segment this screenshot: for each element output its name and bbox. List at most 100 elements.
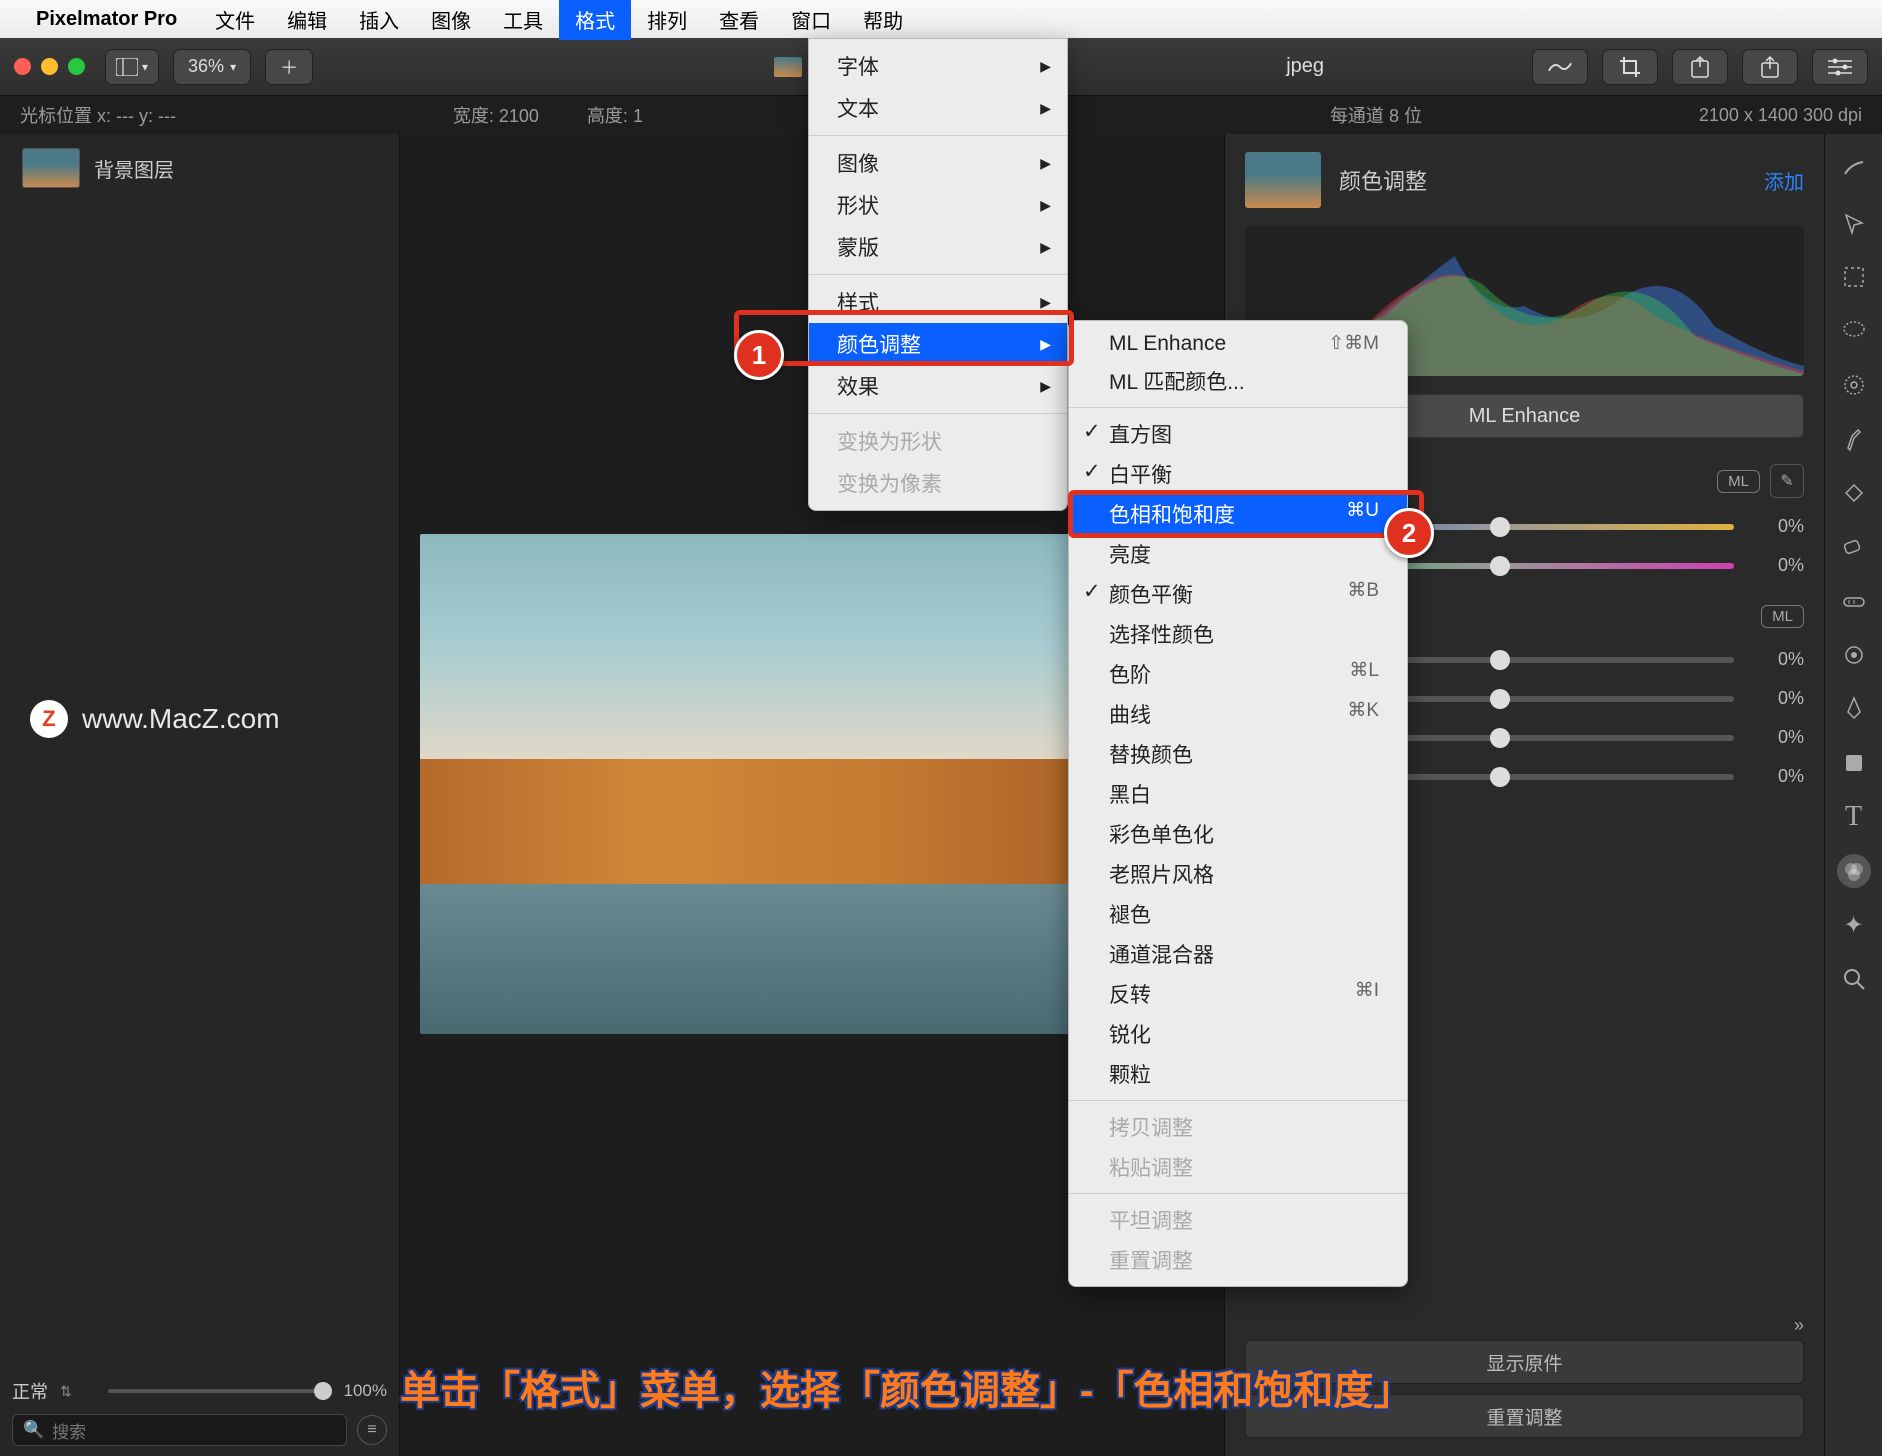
submenu-item[interactable]: ✓颜色平衡⌘B bbox=[1069, 574, 1407, 614]
repair-tool-icon[interactable] bbox=[1837, 584, 1871, 618]
menu-image[interactable]: 图像 bbox=[415, 0, 487, 40]
pen-tool-icon[interactable] bbox=[1837, 692, 1871, 726]
annotation-circle-1: 1 bbox=[734, 330, 784, 380]
blend-mode-dropdown[interactable]: 正常 bbox=[12, 1378, 48, 1404]
format-menu-item[interactable]: 文本▶ bbox=[809, 87, 1067, 129]
submenu-item[interactable]: 曲线⌘K bbox=[1069, 694, 1407, 734]
text-tool-icon[interactable]: T bbox=[1837, 800, 1871, 834]
menu-insert[interactable]: 插入 bbox=[343, 0, 415, 40]
style-tool-icon[interactable] bbox=[1837, 152, 1871, 186]
crop-tool-button[interactable] bbox=[1602, 49, 1658, 85]
add-button[interactable]: ＋ bbox=[265, 49, 313, 85]
info-height: 高度: 1 bbox=[587, 102, 643, 128]
tint-value: 0% bbox=[1748, 555, 1804, 576]
menu-edit[interactable]: 编辑 bbox=[271, 0, 343, 40]
menu-tools[interactable]: 工具 bbox=[487, 0, 559, 40]
dimensions: 2100 x 1400 300 dpi bbox=[1699, 105, 1862, 126]
close-window-button[interactable] bbox=[14, 58, 31, 75]
annotation-circle-2: 2 bbox=[1384, 508, 1434, 558]
menu-help[interactable]: 帮助 bbox=[847, 0, 919, 40]
info-width: 宽度: 2100 bbox=[453, 102, 539, 128]
search-icon: 🔍 bbox=[23, 1420, 44, 1440]
select-tool-icon[interactable] bbox=[1837, 260, 1871, 294]
zoom-window-button[interactable] bbox=[68, 58, 85, 75]
submenu-item[interactable]: 替换颜色 bbox=[1069, 734, 1407, 774]
color-adjust-icon[interactable] bbox=[1837, 854, 1871, 888]
submenu-item[interactable]: ML 匹配颜色... bbox=[1069, 361, 1407, 401]
format-menu-item[interactable]: 样式▶ bbox=[809, 281, 1067, 323]
layers-search-input[interactable]: 🔍 搜索 bbox=[12, 1414, 347, 1446]
zoom-tool-icon[interactable] bbox=[1837, 962, 1871, 996]
submenu-item[interactable]: 锐化 bbox=[1069, 1014, 1407, 1054]
settings-button[interactable] bbox=[1812, 49, 1868, 85]
more-icon[interactable]: » bbox=[1794, 1315, 1804, 1336]
opacity-slider[interactable] bbox=[108, 1389, 332, 1393]
add-adjustment-button[interactable]: 添加 bbox=[1764, 166, 1804, 195]
brush-tool-icon[interactable] bbox=[1837, 422, 1871, 456]
format-dropdown: 字体▶文本▶图像▶形状▶蒙版▶样式▶颜色调整▶效果▶变换为形状变换为像素 bbox=[808, 38, 1068, 511]
canvas-image bbox=[420, 534, 1120, 1034]
submenu-item[interactable]: 色阶⌘L bbox=[1069, 654, 1407, 694]
magic-wand-icon[interactable] bbox=[1837, 368, 1871, 402]
submenu-item: 粘贴调整 bbox=[1069, 1147, 1407, 1187]
minimize-window-button[interactable] bbox=[41, 58, 58, 75]
menu-format[interactable]: 格式 bbox=[559, 0, 631, 40]
smudge-tool-icon[interactable] bbox=[1837, 638, 1871, 672]
submenu-item[interactable]: 通道混合器 bbox=[1069, 934, 1407, 974]
layer-row[interactable]: 背景图层 bbox=[0, 134, 399, 202]
blend-arrows-icon: ⇅ bbox=[60, 1383, 72, 1400]
shape-tool-icon[interactable] bbox=[1837, 746, 1871, 780]
arrange-tool-icon[interactable] bbox=[1837, 206, 1871, 240]
menu-file[interactable]: 文件 bbox=[199, 0, 271, 40]
watermark-logo-icon: Z bbox=[30, 700, 68, 738]
ml-chip[interactable]: ML bbox=[1717, 470, 1760, 493]
layer-name: 背景图层 bbox=[94, 154, 174, 183]
cursor-position: 光标位置 x: --- y: --- bbox=[20, 102, 176, 128]
inspector-thumbnail-icon bbox=[1245, 152, 1321, 208]
format-menu-item[interactable]: 效果▶ bbox=[809, 365, 1067, 407]
submenu-item[interactable]: 选择性颜色 bbox=[1069, 614, 1407, 654]
submenu-item[interactable]: ✓白平衡 bbox=[1069, 454, 1407, 494]
menu-arrange[interactable]: 排列 bbox=[631, 0, 703, 40]
submenu-item[interactable]: ML Enhance⇧⌘M bbox=[1069, 327, 1407, 361]
format-menu-item[interactable]: 颜色调整▶ bbox=[809, 323, 1067, 365]
color-adjust-tool-button[interactable] bbox=[1532, 49, 1588, 85]
submenu-item[interactable]: 亮度 bbox=[1069, 534, 1407, 574]
format-menu-item[interactable]: 蒙版▶ bbox=[809, 226, 1067, 268]
format-menu-item: 变换为像素 bbox=[809, 462, 1067, 504]
caption-text: 单击「格式」菜单，选择「颜色调整」-「色相和饱和度」 bbox=[400, 1358, 1413, 1416]
submenu-item[interactable]: 颗粒 bbox=[1069, 1054, 1407, 1094]
inspector-title: 颜色调整 bbox=[1339, 164, 1746, 196]
submenu-item: 重置调整 bbox=[1069, 1240, 1407, 1280]
submenu-item[interactable]: ✓直方图 bbox=[1069, 414, 1407, 454]
layer-thumbnail-icon bbox=[22, 148, 80, 188]
layers-filter-button[interactable]: ≡ bbox=[357, 1415, 387, 1445]
lasso-tool-icon[interactable] bbox=[1837, 314, 1871, 348]
menubar: Pixelmator Pro 文件 编辑 插入 图像 工具 格式 排列 查看 窗… bbox=[0, 0, 1882, 38]
ml-chip-2[interactable]: ML bbox=[1761, 605, 1804, 628]
submenu-item[interactable]: 彩色单色化 bbox=[1069, 814, 1407, 854]
format-menu-item[interactable]: 形状▶ bbox=[809, 184, 1067, 226]
temperature-value: 0% bbox=[1748, 516, 1804, 537]
menu-window[interactable]: 窗口 bbox=[775, 0, 847, 40]
menu-view[interactable]: 查看 bbox=[703, 0, 775, 40]
eyedropper-button[interactable]: ✎ bbox=[1770, 464, 1804, 498]
submenu-item[interactable]: 黑白 bbox=[1069, 774, 1407, 814]
export-button[interactable] bbox=[1672, 49, 1728, 85]
submenu-item[interactable]: 色相和饱和度⌘U bbox=[1069, 494, 1407, 534]
eraser-tool-icon[interactable] bbox=[1837, 530, 1871, 564]
format-menu-item[interactable]: 图像▶ bbox=[809, 142, 1067, 184]
submenu-item[interactable]: 褪色 bbox=[1069, 894, 1407, 934]
app-name: Pixelmator Pro bbox=[36, 8, 177, 31]
zoom-dropdown[interactable]: 36%▾ bbox=[173, 49, 251, 85]
share-button[interactable] bbox=[1742, 49, 1798, 85]
submenu-item: 拷贝调整 bbox=[1069, 1107, 1407, 1147]
format-menu-item[interactable]: 字体▶ bbox=[809, 45, 1067, 87]
effects-tool-icon[interactable]: ✦ bbox=[1837, 908, 1871, 942]
submenu-item[interactable]: 反转⌘I bbox=[1069, 974, 1407, 1014]
sidebar-toggle-button[interactable]: ▾ bbox=[105, 49, 159, 85]
color-adjust-submenu: ML Enhance⇧⌘MML 匹配颜色... ✓直方图✓白平衡色相和饱和度⌘U亮… bbox=[1068, 320, 1408, 1287]
fill-tool-icon[interactable] bbox=[1837, 476, 1871, 510]
submenu-item[interactable]: 老照片风格 bbox=[1069, 854, 1407, 894]
watermark: Z www.MacZ.com bbox=[30, 700, 280, 738]
